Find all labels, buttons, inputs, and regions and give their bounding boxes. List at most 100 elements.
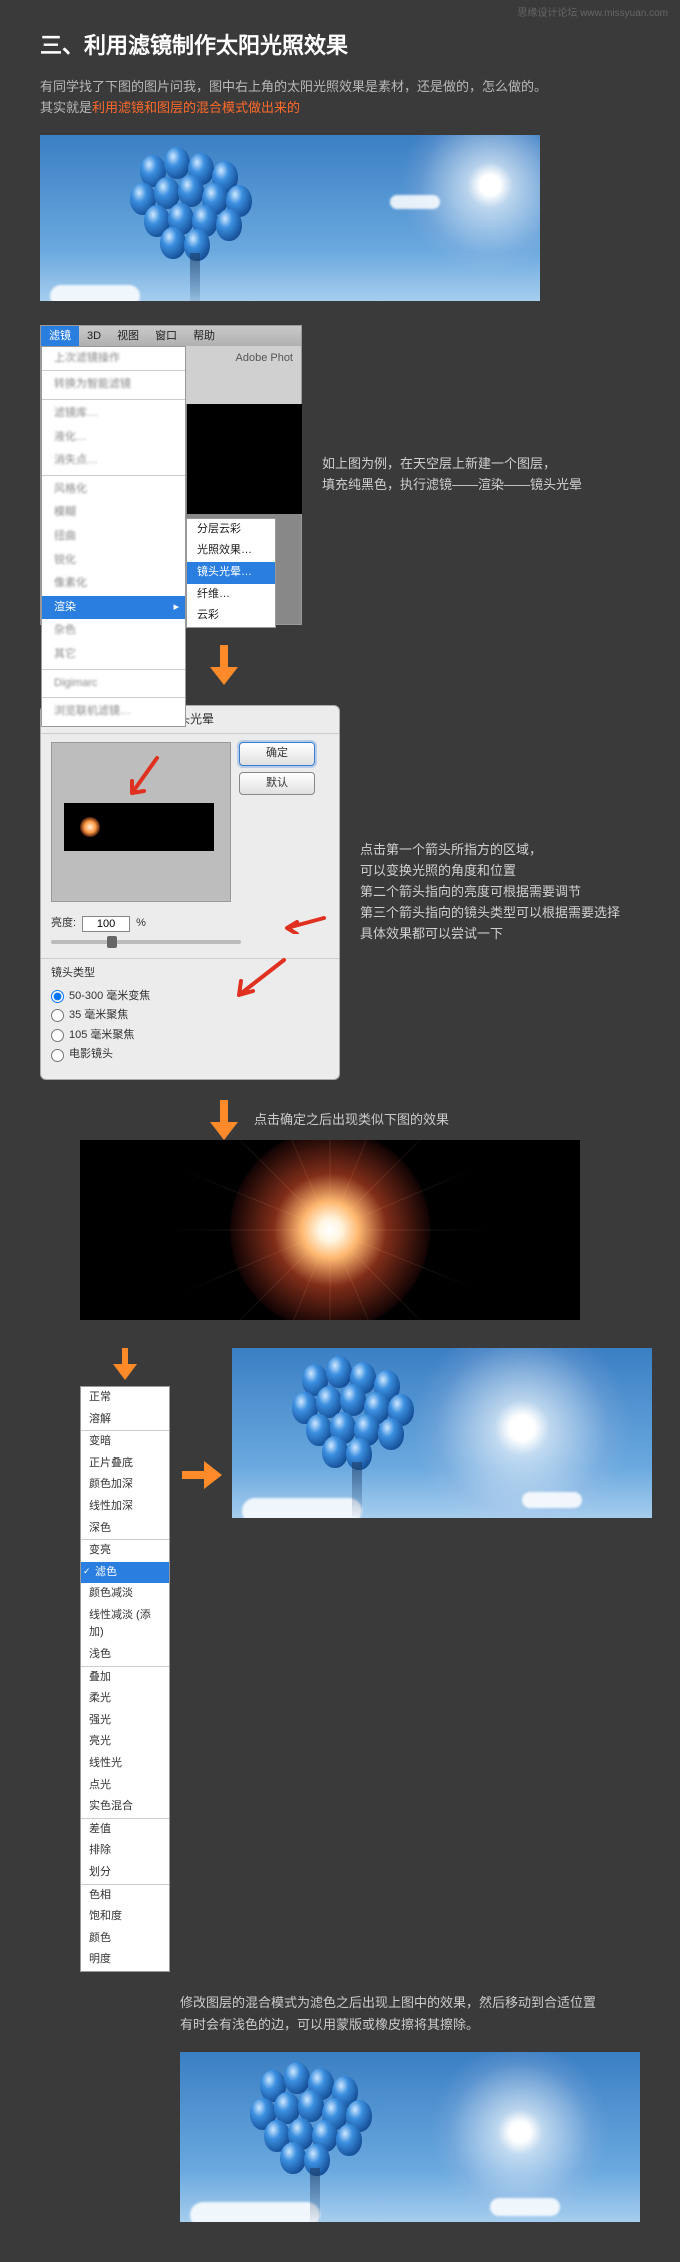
red-arrow-1-icon [122, 753, 162, 803]
blend-mode-item[interactable]: 线性光 [81, 1753, 169, 1775]
cancel-button[interactable]: 默认 [239, 772, 315, 796]
dialog-explanation: 点击第一个箭头所指方的区域， 可以变换光照的角度和位置 第二个箭头指向的亮度可根… [360, 840, 620, 944]
final-line1: 修改图层的混合模式为滤色之后出现上图中的效果，然后移动到合适位置 [180, 1995, 596, 2010]
submenu-lighting[interactable]: 光照效果… [187, 540, 275, 562]
blend-mode-item[interactable]: 明度 [81, 1949, 169, 1971]
cloud-icon [242, 1498, 362, 1518]
menubar-3d[interactable]: 3D [79, 326, 109, 346]
section-title: 三、利用滤镜制作太阳光照效果 [40, 28, 640, 63]
lens-opt-35[interactable] [51, 1009, 64, 1022]
cloud-icon [522, 1492, 582, 1508]
intro-paragraph: 有同学找了下图的图片问我，图中右上角的太阳光照效果是素材，还是做的，怎么做的。 … [40, 77, 640, 119]
cloud-icon [390, 195, 440, 209]
intro-highlight: 利用滤镜和图层的混合模式做出来的 [92, 100, 300, 115]
slider-thumb[interactable] [107, 936, 117, 948]
watermark-text: 思缘设计论坛 www.missyuan.com [517, 6, 668, 22]
brightness-label: 亮度: [51, 915, 76, 933]
filter-dropdown: 上次滤镜操作 转换为智能滤镜 滤镜库… 液化… 消失点… 风格化 模糊 扭曲 锐… [41, 346, 186, 727]
brightness-slider[interactable] [51, 940, 241, 944]
red-arrow-2-icon [279, 914, 329, 934]
cloud-icon [50, 285, 140, 301]
submenu-clouds-difference[interactable]: 分层云彩 [187, 519, 275, 541]
blend-mode-item[interactable]: 柔光 [81, 1688, 169, 1710]
filter-menu-row: 滤镜 3D 视图 窗口 帮助 Adobe Phot 上次滤镜操作 转换为智能滤镜… [40, 325, 640, 625]
blend-mode-item[interactable]: 线性减淡 (添加) [81, 1605, 169, 1644]
blend-mode-item[interactable]: 滤色 [81, 1562, 169, 1584]
menubar-window[interactable]: 窗口 [147, 326, 185, 346]
blend-mode-item[interactable]: 正片叠底 [81, 1453, 169, 1475]
filter-render-item[interactable]: 渲染 [42, 596, 185, 620]
blend-mode-menu: 正常溶解变暗正片叠底颜色加深线性加深深色变亮滤色颜色减淡线性减淡 (添加)浅色叠… [80, 1386, 170, 1972]
dlg-side-3: 第二个箭头指向的亮度可根据需要调节 [360, 882, 620, 903]
blend-mode-item[interactable]: 色相 [81, 1885, 169, 1907]
arrow-down-small-icon [113, 1348, 137, 1380]
result-image-with-sun [232, 1348, 652, 1518]
balloons-cluster [292, 1354, 422, 1484]
balloons-cluster [250, 2060, 380, 2190]
flare-core-icon [230, 1140, 430, 1320]
blend-mode-item[interactable]: 点光 [81, 1775, 169, 1797]
menubar-view[interactable]: 视图 [109, 326, 147, 346]
render-submenu: 分层云彩 光照效果… 镜头光晕… 纤维… 云彩 [186, 518, 276, 628]
photoshop-filter-menu-screenshot: 滤镜 3D 视图 窗口 帮助 Adobe Phot 上次滤镜操作 转换为智能滤镜… [40, 325, 302, 625]
example-image-balloons-sun [40, 135, 540, 301]
after-dialog-caption: 点击确定之后出现类似下图的效果 [254, 1110, 449, 1131]
lens-opt-50-300[interactable] [51, 990, 64, 1003]
sun-glow-icon [412, 1348, 632, 1518]
flare-preview-dot [80, 817, 100, 837]
lens-opt-movie[interactable] [51, 1049, 64, 1062]
lens-type-group: 镜头类型 50-300 毫米变焦 35 毫米聚焦 105 毫米聚焦 电影镜头 [41, 958, 339, 1069]
menubar: 滤镜 3D 视图 窗口 帮助 [41, 326, 301, 346]
brightness-section: 亮度: % [41, 910, 339, 958]
blend-mode-item[interactable]: 叠加 [81, 1667, 169, 1689]
submenu-clouds[interactable]: 云彩 [187, 605, 275, 627]
ok-button[interactable]: 确定 [239, 742, 315, 766]
lens-flare-dialog: 镜头光晕 确定 默认 亮度: % [40, 705, 340, 1080]
lens-opt-105-label: 105 毫米聚焦 [69, 1027, 134, 1045]
submenu-fibers[interactable]: 纤维… [187, 584, 275, 606]
blend-mode-item[interactable]: 排除 [81, 1840, 169, 1862]
intro-line1: 有同学找了下图的图片问我，图中右上角的太阳光照效果是素材，还是做的，怎么做的。 [40, 79, 547, 94]
blend-mode-item[interactable]: 实色混合 [81, 1796, 169, 1818]
balloons-cluster [130, 145, 260, 275]
cloud-icon [490, 2198, 560, 2216]
lens-opt-50-300-label: 50-300 毫米变焦 [69, 988, 150, 1006]
cloud-icon [190, 2202, 320, 2222]
lens-opt-105[interactable] [51, 1029, 64, 1042]
main-content: 三、利用滤镜制作太阳光照效果 有同学找了下图的图片问我，图中右上角的太阳光照效果… [0, 0, 680, 2262]
lens-opt-35-label: 35 毫米聚焦 [69, 1007, 128, 1025]
blend-mode-item[interactable]: 颜色减淡 [81, 1583, 169, 1605]
blend-mode-item[interactable]: 变亮 [81, 1540, 169, 1562]
dlg-side-2: 可以变换光照的角度和位置 [360, 861, 620, 882]
blend-mode-item[interactable]: 浅色 [81, 1644, 169, 1666]
final-explanation: 修改图层的混合模式为滤色之后出现上图中的效果，然后移动到合适位置 有时会有浅色的… [180, 1992, 640, 2036]
blend-mode-item[interactable]: 强光 [81, 1710, 169, 1732]
menubar-filter[interactable]: 滤镜 [41, 326, 79, 346]
blend-mode-item[interactable]: 深色 [81, 1518, 169, 1540]
adobe-label: Adobe Phot [236, 350, 294, 368]
dialog-preview[interactable] [51, 742, 231, 902]
blend-mode-item[interactable]: 颜色 [81, 1928, 169, 1950]
blend-mode-item[interactable]: 亮光 [81, 1731, 169, 1753]
blend-mode-item[interactable]: 差值 [81, 1819, 169, 1841]
dlg-side-5: 具体效果都可以尝试一下 [360, 924, 620, 945]
blend-mode-item[interactable]: 线性加深 [81, 1496, 169, 1518]
menubar-help[interactable]: 帮助 [185, 326, 223, 346]
step1-line1: 如上图为例，在天空层上新建一个图层， [322, 454, 582, 475]
red-arrow-3-icon [229, 955, 289, 1005]
step1-line2: 填充纯黑色，执行滤镜——渲染——镜头光晕 [322, 475, 582, 496]
blend-mode-item[interactable]: 划分 [81, 1862, 169, 1884]
dlg-side-1: 点击第一个箭头所指方的区域， [360, 840, 620, 861]
submenu-lens-flare[interactable]: 镜头光晕… [187, 562, 275, 584]
lens-flare-dialog-row: 镜头光晕 确定 默认 亮度: % [40, 705, 640, 1080]
dlg-side-4: 第三个箭头指向的镜头类型可以根据需要选择 [360, 903, 620, 924]
brightness-input[interactable] [82, 916, 130, 932]
blend-mode-item[interactable]: 溶解 [81, 1409, 169, 1431]
intro-line2-pre: 其实就是 [40, 100, 92, 115]
sun-glow-icon [430, 2052, 610, 2222]
blend-mode-item[interactable]: 变暗 [81, 1431, 169, 1453]
final-line2: 有时会有浅色的边，可以用蒙版或橡皮擦将其擦除。 [180, 2017, 479, 2032]
final-result-image [180, 2052, 640, 2222]
blend-mode-item[interactable]: 正常 [81, 1387, 169, 1409]
blend-mode-item[interactable]: 颜色加深 [81, 1474, 169, 1496]
